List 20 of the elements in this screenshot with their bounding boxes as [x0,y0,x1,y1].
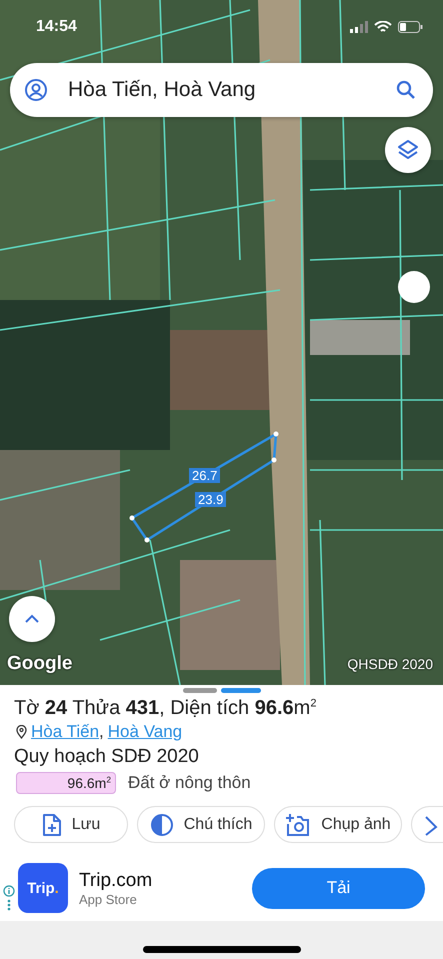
status-time: 14:54 [36,18,77,36]
search-text: Hòa Tiến, Hoà Vang [68,78,257,102]
map-attribution: Google [7,653,72,675]
comma: , [99,722,104,742]
layer-label: QHSDĐ 2020 [347,656,433,672]
action-button[interactable]: Chú thích [137,806,265,843]
app-logo[interactable]: Trip. [18,863,68,913]
land-use-area: 96.6m$^{2}$ [16,772,116,794]
store-name: App Store [79,892,138,906]
search-bar[interactable]: Hòa Tiến, Hoà Vang [10,63,433,117]
edge-length-label: 26.7 [189,468,220,483]
action-button[interactable]: Chụp ảnh [274,806,402,843]
plan-name: Quy hoạch SDĐ 2020 [13,745,200,768]
edge-length-label: 23.9 [195,492,226,507]
logo-text: Trip. [27,880,59,896]
app-name: Trip.com [79,870,154,892]
download-button[interactable]: Tải [252,868,425,908]
parcel-title: Tờ 24 Thửa 431, Diện tích 96.6m$^{2}$ [13,696,318,720]
land-use-label: Đất ở nông thôn [128,773,251,793]
action-button[interactable]: Lưu [14,806,128,843]
